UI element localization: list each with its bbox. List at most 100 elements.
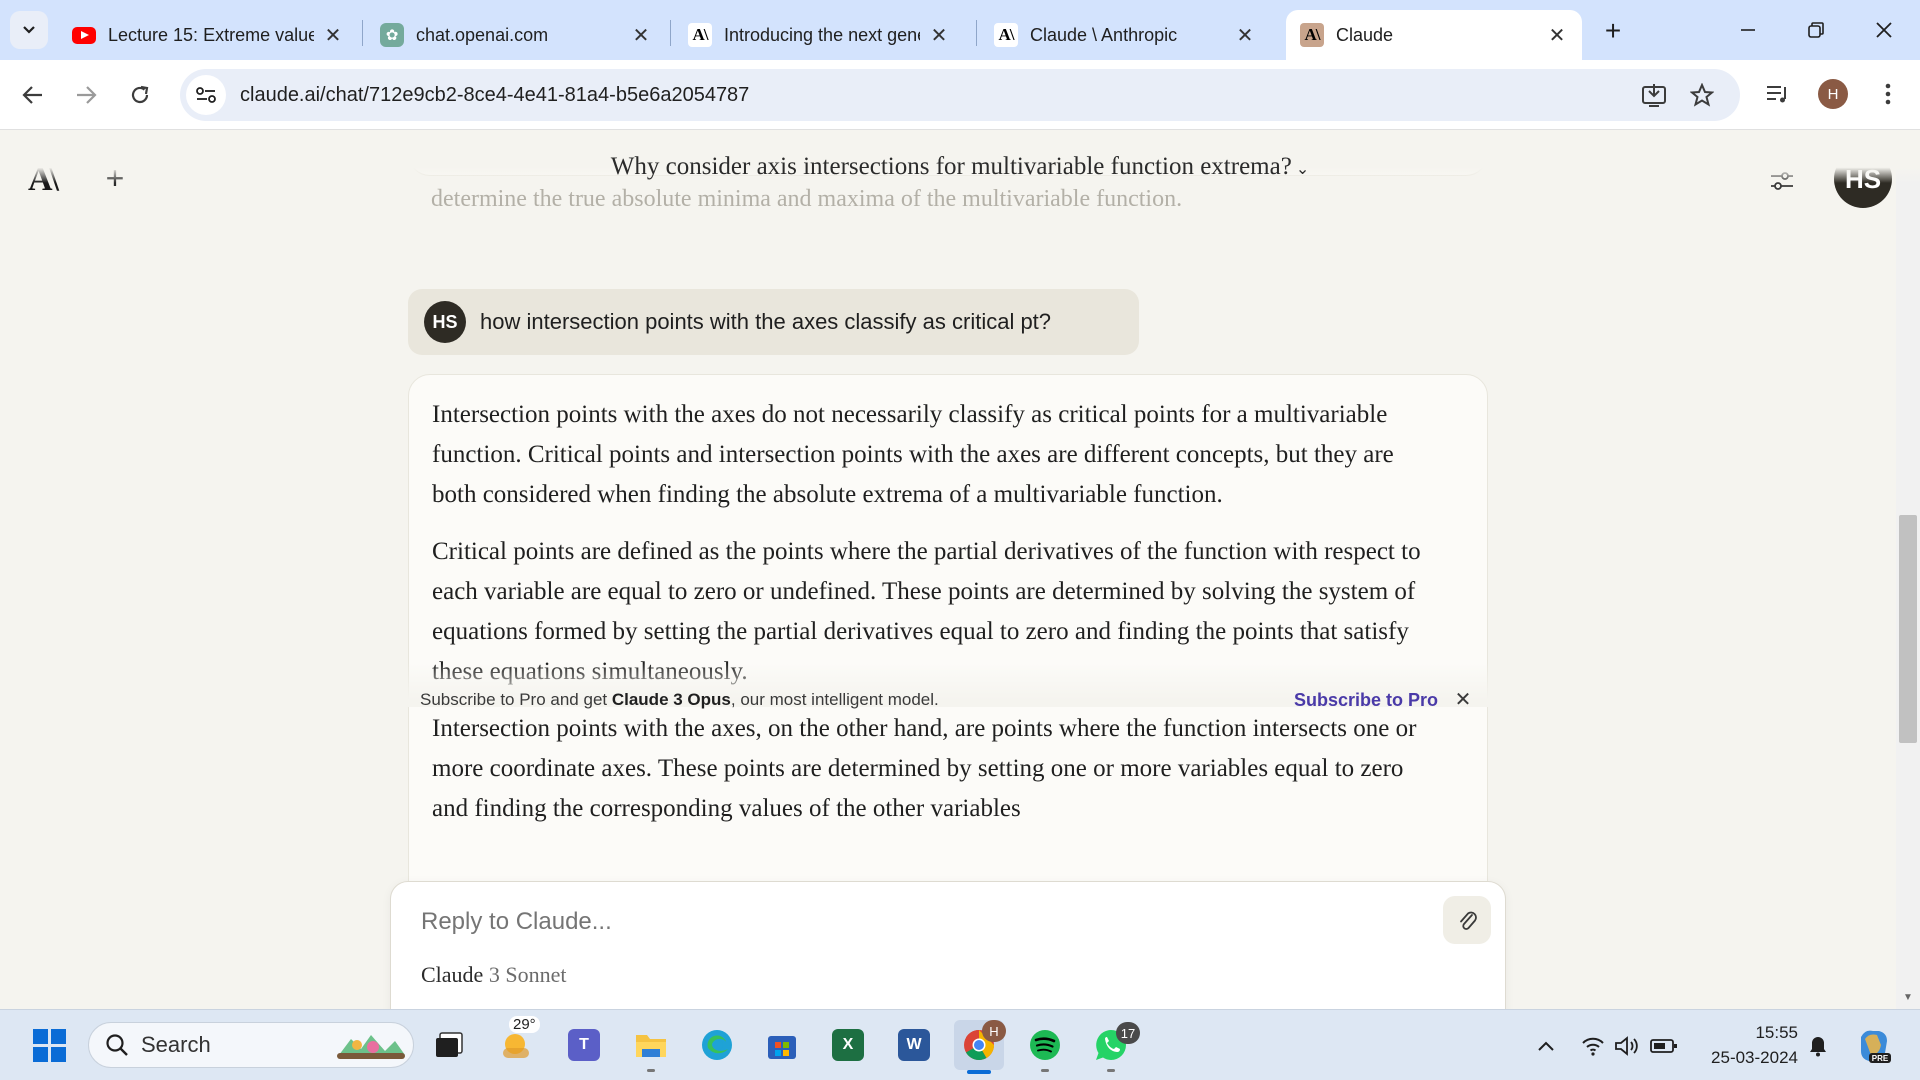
- folder-icon: [636, 1035, 666, 1057]
- tab-claude-anthropic[interactable]: A\ Claude \ Anthropic ✕: [980, 10, 1270, 60]
- back-button[interactable]: [14, 76, 52, 114]
- tab-separator: [670, 20, 671, 46]
- tab-search-button[interactable]: [10, 11, 48, 49]
- teams-app[interactable]: T: [559, 1020, 609, 1070]
- restore-button[interactable]: [1798, 12, 1834, 48]
- avatar: HS: [424, 301, 466, 343]
- edge-app[interactable]: [692, 1020, 742, 1070]
- promo-model: Claude 3 Opus: [611, 690, 731, 709]
- reload-icon: [131, 85, 149, 104]
- media-control-button[interactable]: [1760, 76, 1796, 112]
- chevron-down-icon: [23, 26, 35, 34]
- show-hidden-icons-button[interactable]: [1534, 1032, 1558, 1060]
- word-icon: W: [898, 1029, 930, 1061]
- address-bar[interactable]: claude.ai/chat/712e9cb2-8ce4-4e41-81a4-b…: [180, 69, 1740, 121]
- clock[interactable]: 15:55 25-03-2024: [1698, 1020, 1798, 1070]
- chrome-profile-badge: H: [982, 1020, 1006, 1042]
- star-icon: [1690, 83, 1714, 107]
- install-app-button[interactable]: [1634, 75, 1674, 115]
- scroll-thumb[interactable]: [1899, 515, 1917, 743]
- spotify-app[interactable]: [1020, 1020, 1070, 1072]
- response-paragraph: Intersection points with the axes do not…: [432, 401, 1394, 508]
- notification-badge: 17: [1116, 1022, 1140, 1044]
- browser-toolbar: claude.ai/chat/712e9cb2-8ce4-4e41-81a4-b…: [0, 60, 1920, 130]
- sun-cloud-icon: [503, 1034, 529, 1058]
- bookmark-button[interactable]: [1682, 75, 1722, 115]
- subscribe-link[interactable]: Subscribe to Pro: [1294, 690, 1438, 711]
- chrome-app[interactable]: H: [954, 1020, 1006, 1074]
- promo-text: Subscribe to Pro and get: [420, 690, 612, 709]
- url-text: claude.ai/chat/712e9cb2-8ce4-4e41-81a4-b…: [240, 83, 750, 106]
- profile-button[interactable]: H: [1815, 76, 1851, 112]
- model-selector[interactable]: Claude 3 Sonnet: [421, 962, 566, 988]
- teams-icon: T: [568, 1029, 600, 1061]
- close-icon[interactable]: ✕: [322, 24, 344, 47]
- battery-icon: [1650, 1039, 1677, 1053]
- tab-title: chat.openai.com: [416, 24, 549, 45]
- page-scrollbar[interactable]: ▲ ▼: [1896, 131, 1920, 1009]
- close-window-button[interactable]: [1866, 12, 1902, 48]
- scroll-down-icon[interactable]: ▼: [1902, 991, 1914, 1003]
- tune-icon: [196, 87, 216, 103]
- browser-tab-strip: Lecture 15: Extreme values ✕ ✿ chat.open…: [0, 0, 1920, 60]
- chat-title-text: Why consider axis intersections for mult…: [610, 153, 1292, 180]
- task-view-button[interactable]: [424, 1020, 474, 1070]
- close-icon[interactable]: ✕: [630, 24, 652, 47]
- store-icon: [768, 1036, 796, 1059]
- response-paragraph: Intersection points with the axes, on th…: [432, 715, 1417, 822]
- whatsapp-app[interactable]: 17: [1086, 1020, 1140, 1072]
- close-icon[interactable]: ✕: [1234, 24, 1256, 47]
- site-info-button[interactable]: [186, 75, 226, 115]
- volume-status[interactable]: [1614, 1032, 1640, 1060]
- battery-status[interactable]: [1650, 1032, 1678, 1060]
- chat-title[interactable]: Why consider axis intersections for mult…: [0, 153, 1920, 181]
- claude-app: determine the true absolute minima and m…: [0, 131, 1920, 1009]
- running-indicator: [1107, 1069, 1115, 1072]
- paperclip-icon: [1460, 911, 1477, 930]
- start-button[interactable]: [24, 1020, 74, 1070]
- more-vert-icon: [1885, 83, 1891, 105]
- arrow-right-icon: [77, 86, 97, 104]
- reload-button[interactable]: [121, 76, 159, 114]
- close-icon: ✕: [1454, 688, 1472, 711]
- tab-claude-active[interactable]: A\ Claude ✕: [1286, 10, 1582, 60]
- windows-icon: [32, 1028, 66, 1062]
- browser-menu-button[interactable]: [1870, 76, 1906, 112]
- clock-date: 25-03-2024: [1711, 1048, 1798, 1067]
- store-app[interactable]: [757, 1020, 807, 1070]
- file-explorer-app[interactable]: [626, 1020, 676, 1072]
- tab-chatgpt[interactable]: ✿ chat.openai.com ✕: [366, 10, 666, 60]
- minimize-button[interactable]: [1730, 12, 1766, 48]
- tab-introducing[interactable]: A\ Introducing the next generation ✕: [674, 10, 964, 60]
- excel-app[interactable]: X: [823, 1020, 873, 1070]
- running-indicator: [647, 1069, 655, 1072]
- wifi-status[interactable]: [1580, 1032, 1606, 1060]
- promo-text-end: , our most intelligent model.: [730, 690, 939, 709]
- install-icon: [1642, 84, 1666, 107]
- copilot-button[interactable]: PRE: [1854, 1026, 1894, 1066]
- attach-button[interactable]: [1443, 896, 1491, 944]
- tab-separator: [976, 20, 977, 46]
- weather-widget[interactable]: 29°: [491, 1016, 541, 1070]
- word-app[interactable]: W: [889, 1020, 939, 1070]
- close-icon[interactable]: ✕: [928, 24, 950, 47]
- forward-button[interactable]: [67, 76, 105, 114]
- previous-response-text: determine the true absolute minima and m…: [431, 186, 1183, 212]
- search-icon: [106, 1034, 128, 1056]
- dismiss-promo-button[interactable]: ✕: [1451, 687, 1475, 711]
- new-tab-button[interactable]: +: [1598, 15, 1628, 46]
- music-queue-icon: [1767, 86, 1786, 103]
- plus-icon: +: [1604, 15, 1622, 46]
- anthropic-icon: A\: [688, 23, 712, 47]
- running-indicator: [1041, 1069, 1049, 1072]
- openai-icon: ✿: [380, 23, 404, 47]
- notifications-button[interactable]: [1806, 1032, 1830, 1060]
- tab-lecture[interactable]: Lecture 15: Extreme values ✕: [58, 10, 358, 60]
- reply-input[interactable]: [421, 904, 1401, 940]
- close-icon[interactable]: ✕: [1546, 24, 1568, 47]
- svg-text:PRE: PRE: [1872, 1054, 1889, 1063]
- tab-title: Claude \ Anthropic: [1030, 24, 1178, 45]
- taskbar-search[interactable]: Search: [88, 1022, 414, 1068]
- user-message: HS how intersection points with the axes…: [408, 289, 1139, 355]
- excel-icon: X: [832, 1029, 864, 1061]
